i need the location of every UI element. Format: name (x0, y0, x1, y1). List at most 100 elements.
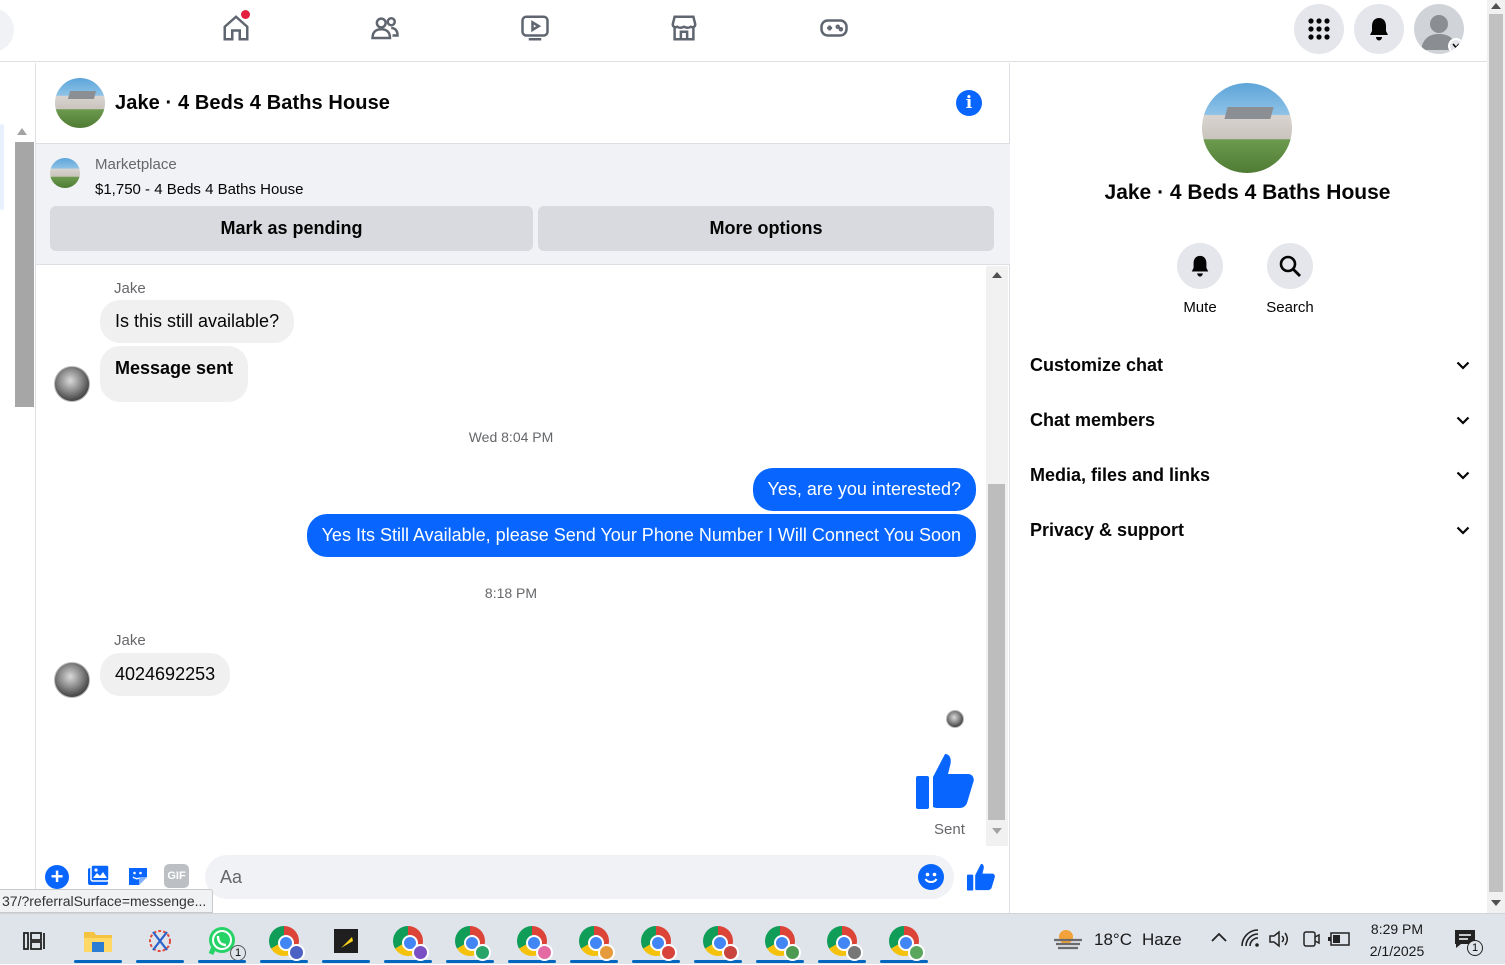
active-indicator (508, 960, 556, 963)
send-like-icon[interactable] (966, 862, 996, 897)
file-explorer-icon[interactable] (72, 919, 124, 963)
notifications-icon[interactable] (1354, 4, 1404, 54)
message-input[interactable]: Aa (205, 855, 954, 899)
mark-as-pending-button[interactable]: Mark as pending (50, 206, 533, 251)
active-indicator (136, 960, 184, 963)
chat-title[interactable]: Jake · 4 Beds 4 Baths House (115, 92, 390, 115)
top-navigation-bar (0, 0, 1487, 62)
scroll-up-arrow-icon[interactable] (1491, 3, 1501, 9)
privacy-support-section[interactable]: Privacy & support (1030, 510, 1470, 550)
notification-dot (241, 10, 250, 19)
active-indicator (632, 960, 680, 963)
chrome-profile-icon[interactable] (506, 919, 558, 963)
section-label: Chat members (1030, 409, 1156, 430)
chrome-profile-icon[interactable] (692, 919, 744, 963)
chrome-profile-icon[interactable] (444, 919, 496, 963)
scroll-down-arrow-icon[interactable] (1491, 900, 1501, 906)
chat-scrollbar[interactable] (986, 266, 1008, 846)
scroll-up-arrow-icon[interactable] (992, 272, 1002, 278)
outgoing-message[interactable]: Yes Its Still Available, please Send You… (306, 514, 976, 557)
active-indicator (570, 960, 618, 963)
notification-center-icon[interactable]: 1 (1453, 928, 1483, 956)
chrome-profile-icon[interactable] (754, 919, 806, 963)
listing-thumbnail[interactable] (50, 158, 80, 188)
weather-widget[interactable]: 18°C Haze (1052, 914, 1182, 965)
chevron-down-icon (1448, 38, 1464, 54)
whatsapp-icon[interactable]: 1 (196, 919, 248, 963)
chevron-down-icon (1456, 526, 1470, 535)
chrome-profile-icon[interactable] (382, 919, 434, 963)
chat-members-section[interactable]: Chat members (1030, 400, 1470, 440)
task-view-icon[interactable] (9, 919, 61, 963)
sender-name: Jake (114, 632, 146, 649)
gaming-icon[interactable] (814, 8, 854, 48)
clock-date: 2/1/2025 (1369, 943, 1425, 959)
active-indicator (694, 960, 742, 963)
windows-taskbar: 1 18°C Haze 8:29 PM 2/1/2025 1 (0, 913, 1505, 964)
message-input-placeholder: Aa (220, 867, 243, 887)
read-receipt-avatar (946, 710, 964, 728)
incoming-message[interactable]: Is this still available? (100, 300, 295, 343)
wifi-icon[interactable] (1240, 928, 1262, 953)
chat-avatar[interactable] (55, 78, 105, 128)
active-indicator (446, 960, 494, 963)
listing-title[interactable]: $1,750 - 4 Beds 4 Baths House (95, 181, 303, 198)
search-button[interactable]: Search (1250, 243, 1330, 316)
thumbs-up-icon[interactable] (914, 750, 976, 817)
sender-name: Jake (114, 280, 146, 297)
whatsapp-badge: 1 (230, 945, 246, 961)
chat-scroll-thumb[interactable] (988, 484, 1005, 820)
incoming-message[interactable]: 4024692253 (100, 653, 231, 696)
system-clock[interactable]: 8:29 PM 2/1/2025 (1355, 918, 1439, 962)
chat-info-panel: Jake · 4 Beds 4 Baths House Mute Search … (1010, 63, 1485, 913)
friends-icon[interactable] (365, 8, 405, 48)
chrome-profile-icon[interactable] (258, 919, 310, 963)
chrome-profile-icon[interactable] (816, 919, 868, 963)
chat-header: Jake · 4 Beds 4 Baths House i (36, 63, 1010, 144)
emoji-icon[interactable] (918, 864, 944, 890)
video-icon[interactable] (515, 8, 555, 48)
account-icon[interactable] (1414, 4, 1464, 54)
meet-now-icon[interactable] (1301, 929, 1321, 954)
snipping-tool-icon[interactable] (134, 919, 186, 963)
sticky-notes-icon[interactable] (320, 919, 372, 963)
scroll-up-arrow-icon[interactable] (17, 128, 27, 135)
volume-icon[interactable] (1268, 929, 1290, 954)
plus-icon[interactable]: + (45, 865, 69, 889)
section-label: Media, files and links (1030, 464, 1211, 485)
section-label: Privacy & support (1030, 519, 1185, 540)
active-indicator (74, 960, 122, 963)
active-indicator (322, 960, 370, 963)
battery-icon[interactable] (1328, 931, 1352, 952)
scroll-down-arrow-icon[interactable] (992, 828, 1002, 834)
mute-button[interactable]: Mute (1160, 243, 1240, 316)
outgoing-message[interactable]: Yes, are you interested? (752, 468, 976, 511)
clock-time: 8:29 PM (1370, 921, 1424, 937)
chrome-profile-icon[interactable] (878, 919, 930, 963)
incoming-message[interactable]: Message sent (100, 346, 249, 402)
sidebar-scrollbar[interactable] (15, 142, 34, 407)
sender-avatar[interactable] (54, 662, 90, 698)
media-files-links-section[interactable]: Media, files and links (1030, 455, 1470, 495)
marketplace-icon[interactable] (664, 8, 704, 48)
profile-avatar[interactable] (1202, 83, 1292, 173)
page-scroll-thumb[interactable] (1489, 14, 1503, 892)
search-icon (1267, 243, 1313, 289)
chat-panel: Jake · 4 Beds 4 Baths House i Marketplac… (36, 63, 1010, 913)
active-indicator (384, 960, 432, 963)
marketplace-label: Marketplace (95, 156, 177, 173)
gif-icon[interactable]: GIF (164, 864, 189, 888)
menu-grid-icon[interactable] (1294, 4, 1344, 54)
haze-icon (1054, 929, 1082, 949)
timestamp: 8:18 PM (484, 585, 538, 601)
chrome-profile-icon[interactable] (568, 919, 620, 963)
chevron-up-icon[interactable] (1210, 930, 1228, 948)
more-options-button[interactable]: More options (538, 206, 994, 251)
home-icon[interactable] (216, 8, 256, 48)
info-icon[interactable]: i (956, 90, 982, 116)
active-indicator (756, 960, 804, 963)
chrome-profile-icon[interactable] (630, 919, 682, 963)
sender-avatar[interactable] (54, 366, 90, 402)
mute-label: Mute (1183, 299, 1217, 316)
customize-chat-section[interactable]: Customize chat (1030, 345, 1470, 385)
